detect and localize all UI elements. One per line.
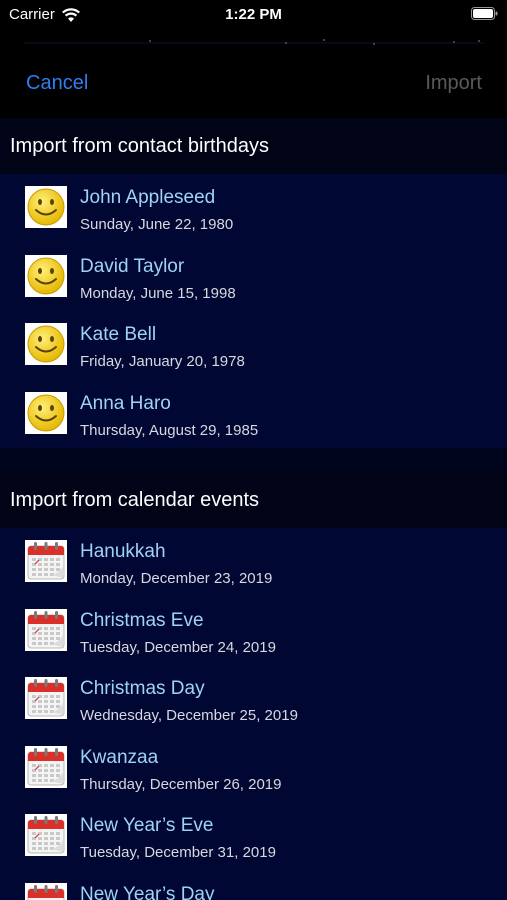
section-separator	[0, 448, 507, 472]
smiley-icon	[25, 186, 67, 228]
event-row[interactable]: Christmas Day Wednesday, December 25, 20…	[0, 665, 507, 734]
event-row[interactable]: Christmas Eve Tuesday, December 24, 2019	[0, 597, 507, 666]
status-bar: Carrier 1:22 PM	[0, 0, 507, 30]
row-title: New Year’s Day	[80, 883, 215, 900]
calendar-icon	[25, 677, 67, 719]
battery-icon	[471, 7, 498, 20]
import-list[interactable]: Import from contact birthdays John Apple…	[0, 118, 507, 900]
row-date: Monday, June 15, 1998	[80, 284, 236, 302]
event-row[interactable]: Kwanzaa Thursday, December 26, 2019	[0, 734, 507, 803]
calendar-icon	[25, 608, 67, 651]
row-date: Tuesday, December 24, 2019	[80, 638, 276, 656]
calendar-icon	[25, 540, 67, 582]
smiley-icon	[25, 391, 67, 434]
row-title: David Taylor	[80, 255, 185, 277]
import-screen: Carrier 1:22 PM Cancel Import Import fro…	[0, 0, 507, 900]
calendar-icon	[25, 814, 67, 856]
row-date: Monday, December 23, 2019	[80, 570, 273, 587]
smiley-icon	[25, 323, 67, 365]
contact-row[interactable]: David Taylor Monday, June 15, 1998	[0, 243, 507, 312]
row-title: Anna Haro	[80, 392, 171, 414]
row-title: Christmas Eve	[80, 609, 204, 631]
row-title: John Appleseed	[80, 187, 216, 208]
top-bar: Carrier 1:22 PM Cancel Import	[0, 0, 507, 118]
event-row[interactable]: New Year’s Eve Tuesday, December 31, 201…	[0, 802, 507, 871]
calendar-icon	[25, 745, 67, 788]
header-noise-strip	[24, 39, 484, 45]
row-title: Kate Bell	[80, 324, 157, 345]
calendar-rows: Hanukkah Monday, December 23, 2019 Chris…	[0, 528, 507, 900]
row-title: Christmas Day	[80, 678, 205, 699]
row-date: Thursday, December 26, 2019	[80, 775, 282, 793]
row-title: New Year’s Eve	[80, 815, 214, 836]
contact-row[interactable]: Anna Haro Thursday, August 29, 1985	[0, 380, 507, 449]
cancel-button[interactable]: Cancel	[26, 72, 88, 95]
contact-row[interactable]: Kate Bell Friday, January 20, 1978	[0, 311, 507, 380]
birthday-rows: John Appleseed Sunday, June 22, 1980 Dav…	[0, 174, 507, 448]
event-row[interactable]: Hanukkah Monday, December 23, 2019	[0, 528, 507, 597]
event-row[interactable]: New Year’s Day	[0, 871, 507, 900]
row-date: Wednesday, December 25, 2019	[80, 707, 298, 724]
row-date: Friday, January 20, 1978	[80, 353, 245, 370]
row-title: Kwanzaa	[80, 746, 159, 768]
row-title: Hanukkah	[80, 541, 166, 562]
contact-row[interactable]: John Appleseed Sunday, June 22, 1980	[0, 174, 507, 243]
import-button[interactable]: Import	[425, 72, 482, 95]
row-date: Thursday, August 29, 1985	[80, 421, 259, 439]
calendar-icon	[25, 882, 67, 900]
section-header-calendar: Import from calendar events	[0, 472, 507, 528]
section-header-birthdays: Import from contact birthdays	[0, 118, 507, 174]
status-time: 1:22 PM	[225, 6, 282, 23]
row-date: Tuesday, December 31, 2019	[80, 844, 276, 861]
row-date: Sunday, June 22, 1980	[80, 216, 234, 233]
smiley-icon	[25, 254, 67, 297]
